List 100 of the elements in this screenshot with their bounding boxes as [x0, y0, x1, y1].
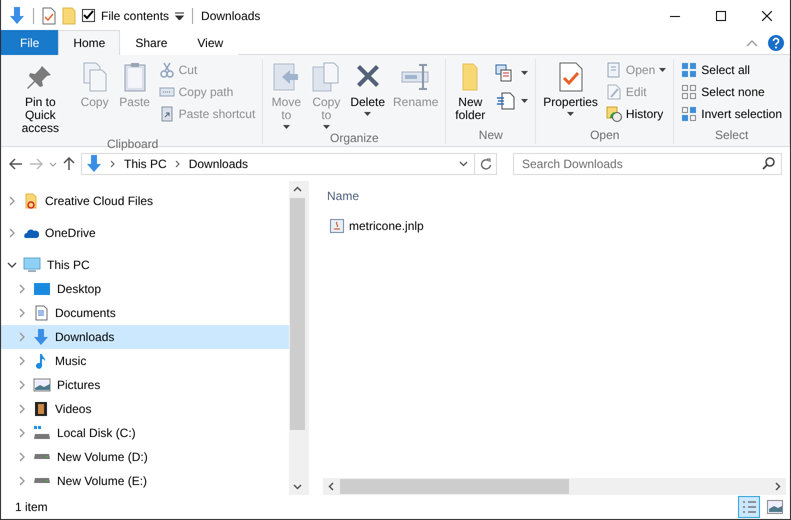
chevron-right-icon	[17, 380, 27, 390]
breadcrumb[interactable]: This PC	[124, 157, 167, 171]
chevron-down-icon	[49, 162, 57, 166]
ribbon-button[interactable]: Delete	[347, 59, 388, 131]
maximize-icon	[716, 10, 726, 20]
back-arrow-icon	[9, 158, 23, 170]
select-all-icon	[681, 62, 698, 78]
pictures-icon	[33, 377, 51, 393]
chevron-right-icon	[174, 160, 181, 168]
caret-icon	[282, 125, 290, 129]
forward-arrow-icon	[29, 158, 43, 170]
help-icon	[768, 34, 784, 50]
up-arrow-icon	[63, 157, 75, 171]
tree-label: Downloads	[55, 330, 114, 344]
java-file-icon	[329, 218, 345, 234]
ribbon-button[interactable]: Select all	[678, 59, 785, 81]
chevron-right-icon	[17, 284, 27, 294]
ribbon-button[interactable]: Invert selection	[678, 103, 785, 125]
invert-selection-icon	[681, 106, 698, 122]
tree-item[interactable]: Videos	[1, 397, 289, 421]
scissors-icon	[158, 62, 175, 78]
ribbon-button[interactable]: History	[602, 103, 670, 125]
download-arrow-icon	[9, 6, 25, 24]
tree-item[interactable]: Desktop	[1, 277, 289, 301]
search-field[interactable]: Search Downloads	[513, 153, 782, 175]
group-label: New	[478, 128, 504, 144]
tree-label: New Volume (D:)	[57, 450, 148, 464]
ribbon-button[interactable]: Select none	[678, 81, 785, 103]
ribbon-button[interactable]: Pin to Quick access	[7, 59, 74, 137]
easy-access-icon	[495, 92, 518, 110]
tree-label: This PC	[47, 258, 90, 272]
checkbox-label: File contents	[101, 8, 170, 22]
tree-item[interactable]: Music	[1, 349, 289, 373]
chevron-right-icon	[17, 428, 27, 438]
chevron-right-icon	[17, 356, 27, 366]
drive-icon	[33, 425, 51, 441]
chevron-down-icon	[7, 260, 17, 270]
breadcrumb[interactable]: Downloads	[188, 157, 248, 171]
history-icon	[606, 106, 622, 122]
chevron-down-icon	[458, 161, 468, 167]
status-text: 1 item	[15, 500, 48, 514]
caret-icon	[364, 112, 372, 116]
details-view-icon	[741, 499, 757, 515]
chevron-right-icon	[7, 196, 17, 206]
back-button[interactable]	[9, 158, 23, 170]
tree-label: Local Disk (C:)	[57, 426, 136, 440]
tree-label: Music	[55, 354, 86, 368]
chevron-right-icon	[17, 476, 27, 486]
close-icon	[762, 10, 772, 20]
chevron-right-icon	[17, 308, 27, 318]
chevron-up-icon	[746, 38, 758, 46]
group-label: Select	[714, 128, 750, 144]
document-icon	[33, 305, 49, 321]
tree-item[interactable]: OneDrive	[1, 221, 289, 245]
desktop-icon	[33, 281, 51, 297]
tree-label: Desktop	[57, 282, 102, 296]
chevron-right-icon	[17, 332, 27, 342]
caret-icon	[521, 99, 528, 103]
film-icon	[33, 401, 49, 417]
file-item[interactable]: metricone.jnlp	[309, 215, 790, 237]
ribbon-button[interactable]: New folder	[450, 59, 490, 128]
properties-icon	[42, 6, 56, 24]
download-arrow-icon	[33, 329, 49, 345]
paste-shortcut-icon	[158, 106, 175, 122]
checkbox[interactable]	[82, 9, 95, 22]
column-header[interactable]: Name	[309, 181, 790, 211]
tree-item[interactable]: New Volume (E:)	[1, 469, 289, 493]
caret-icon	[659, 68, 666, 72]
edit-icon	[606, 84, 622, 100]
drive-icon	[33, 478, 51, 484]
computer-icon	[23, 257, 41, 273]
tree-item[interactable]: Creative Cloud Files	[1, 189, 289, 213]
recent-locations-button[interactable]	[49, 162, 57, 166]
tree-item[interactable]: Pictures	[1, 373, 289, 397]
refresh-icon	[480, 158, 492, 170]
ribbon-tab[interactable]: Home	[58, 30, 120, 55]
chevron-right-icon	[110, 160, 116, 168]
tree-label: New Volume (E:)	[57, 474, 148, 488]
address-bar[interactable]: This PC Downloads	[81, 153, 497, 175]
group-label: Clipboard	[106, 137, 160, 151]
tree-item[interactable]: Local Disk (C:)	[1, 421, 289, 445]
caret-icon	[521, 71, 528, 75]
tree-item[interactable]: Downloads	[1, 325, 289, 349]
up-button[interactable]	[63, 157, 75, 171]
tree-item[interactable]: New Volume (D:)	[1, 445, 289, 469]
tree-item[interactable]: Documents	[1, 301, 289, 325]
tree-label: Creative Cloud Files	[45, 194, 154, 208]
tree-label: OneDrive	[45, 226, 96, 240]
drive-icon	[33, 454, 51, 460]
ribbon-button[interactable]: Properties	[540, 59, 601, 128]
tree-label: Videos	[55, 402, 92, 416]
select-none-icon	[681, 84, 698, 100]
details-view-button[interactable]	[738, 496, 760, 518]
caret-icon	[322, 125, 330, 129]
customize-caret-icon	[175, 12, 184, 20]
open-icon	[606, 62, 622, 78]
tree-item[interactable]: This PC	[1, 253, 289, 277]
ribbon-tab[interactable]: File	[1, 30, 58, 55]
download-arrow-icon	[86, 155, 102, 173]
tree-label: Documents	[55, 306, 116, 320]
